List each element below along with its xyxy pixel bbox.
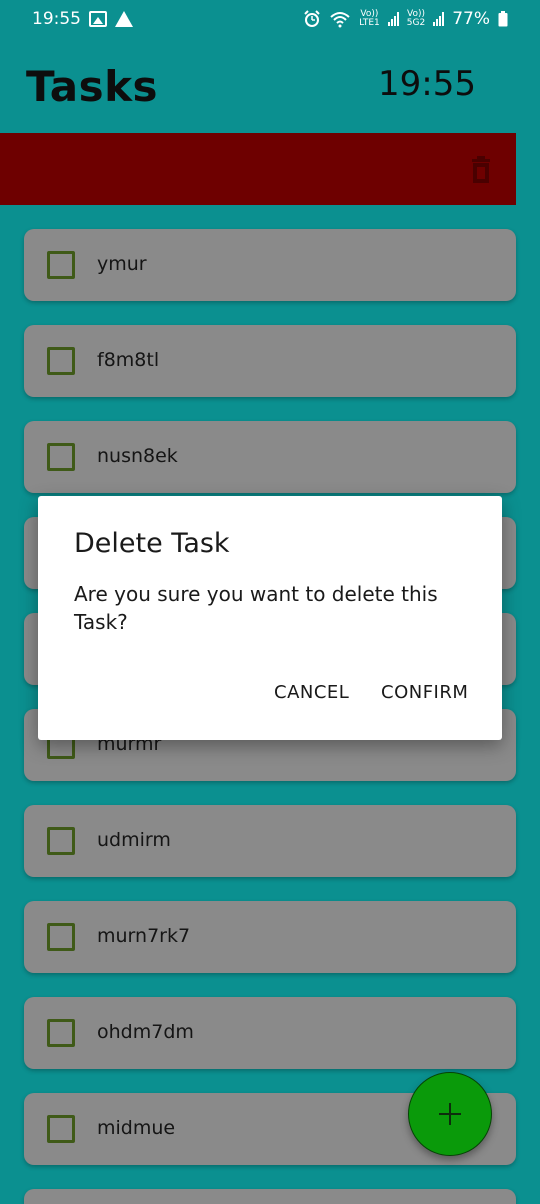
dialog-message: Are you sure you want to delete this Tas… — [74, 582, 438, 634]
plus-icon — [439, 1103, 461, 1125]
add-task-button[interactable] — [408, 1072, 492, 1156]
cancel-button[interactable]: CANCEL — [274, 682, 349, 703]
confirm-button[interactable]: CONFIRM — [381, 682, 468, 703]
delete-confirm-dialog: Delete Task Are you sure you want to del… — [38, 496, 502, 740]
dialog-title: Delete Task — [74, 528, 230, 559]
